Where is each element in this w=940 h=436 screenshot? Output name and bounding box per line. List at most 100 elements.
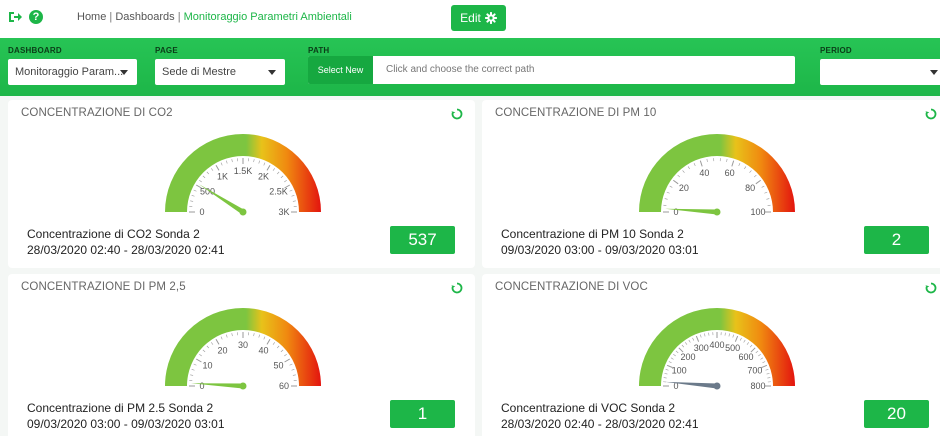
- gauge-tick: [231, 159, 233, 163]
- page-select-value: Sede di Mestre: [162, 66, 236, 78]
- gauge-tick: [231, 333, 233, 337]
- gauge-tick: [190, 200, 194, 202]
- gear-icon: [484, 12, 497, 24]
- breadcrumb-dashboards[interactable]: Dashboards: [115, 11, 174, 23]
- gauge-tick-label: 500: [200, 187, 215, 197]
- period-label: PERIOD: [820, 46, 852, 55]
- gauge-tick: [687, 166, 690, 170]
- gauge-tick: [202, 349, 206, 353]
- gauge-tick: [669, 185, 673, 188]
- gauge-tick: [665, 369, 669, 371]
- refresh-icon[interactable]: [451, 108, 463, 120]
- gauge-tick-label: 20: [217, 345, 227, 355]
- gauge-tick: [193, 363, 197, 366]
- breadcrumb-current: Monitoraggio Parametri Ambientali: [183, 11, 352, 23]
- gauge-tick: [673, 179, 679, 185]
- gauge-tick: [289, 189, 293, 192]
- path-field[interactable]: Select New Click and choose the correct …: [308, 56, 795, 84]
- pm25-card: CONCENTRAZIONE DI PM 2,5 0 10 20 30 40 50 60 Con…: [8, 274, 475, 436]
- gauge-tick: [761, 185, 765, 188]
- gauge-tick: [280, 349, 284, 353]
- voc-card: CONCENTRAZIONE DI VOC 0 100 200 300 400 500 600…: [482, 274, 940, 436]
- gauge-tick: [215, 164, 220, 171]
- gauge-band: [639, 134, 795, 212]
- gauge-tick: [766, 373, 770, 375]
- gauge-tick: [731, 160, 735, 167]
- gauge-tick: [681, 344, 685, 348]
- period-select[interactable]: [820, 59, 940, 85]
- path-placeholder: Click and choose the correct path: [386, 64, 535, 75]
- sensor-description: Concentrazione di PM 2.5 Sonda 2 09/03/20…: [27, 400, 225, 432]
- gauge-tick: [675, 350, 679, 354]
- gauge-tick-label: 50: [273, 361, 283, 371]
- edit-button[interactable]: Edit: [451, 5, 506, 31]
- gauge-chart: 0100200300 400 500600700800: [639, 308, 795, 391]
- breadcrumb-home[interactable]: Home: [77, 11, 106, 23]
- gauge-tick: [755, 350, 759, 354]
- gauge-tick-label: 1.5K: [234, 166, 253, 176]
- gauge-tick: [206, 345, 210, 349]
- page-select[interactable]: Sede di Mestre: [155, 59, 285, 85]
- gauge-tick: [272, 342, 275, 345]
- gauge-needle-pivot: [239, 382, 247, 390]
- gauge-tick: [220, 162, 223, 166]
- gauge-tick-label: 3K: [278, 207, 289, 217]
- gauge-tick: [766, 198, 770, 200]
- sensor-description: Concentrazione di VOC Sonda 2 28/03/2020 …: [501, 400, 699, 432]
- gauge-tick: [199, 354, 202, 357]
- gauge-tick-label: 2.5K: [269, 187, 288, 197]
- path-label: PATH: [308, 46, 330, 55]
- gauge-tick: [258, 160, 260, 164]
- gauge-tick: [755, 179, 761, 185]
- gauge-needle-pivot: [239, 208, 247, 216]
- gauge-tick: [190, 374, 194, 376]
- gauge-tick-label: 1K: [217, 171, 228, 181]
- gauge-tick: [668, 361, 672, 364]
- refresh-icon[interactable]: [451, 282, 463, 294]
- gauge-tick: [693, 163, 696, 166]
- gauge-tick: [753, 174, 757, 178]
- gauge-tick: [292, 374, 296, 376]
- gauge-tick: [664, 198, 668, 200]
- gauge-tick: [211, 342, 214, 345]
- gauge-tick: [699, 160, 703, 167]
- gauge-tick: [272, 168, 275, 171]
- logout-icon[interactable]: [7, 9, 23, 25]
- gauge-tick: [739, 337, 742, 341]
- gauge-tick: [743, 339, 746, 343]
- gauge-tick: [706, 158, 708, 162]
- gauge-tick: [226, 160, 228, 164]
- gauge-tick: [253, 333, 255, 337]
- gauge-tick-label: 600: [738, 352, 753, 362]
- gauge-tick: [193, 189, 197, 192]
- refresh-icon[interactable]: [925, 108, 937, 120]
- gauge-chart: 0 10 20 30 40 50 60: [165, 308, 321, 391]
- gauge-tick-label: 200: [680, 352, 695, 362]
- gauge-chart: 0 20 40 60 80 100: [639, 134, 795, 217]
- dashboard-label: DASHBOARD: [8, 46, 62, 55]
- top-bar: ? Home | Dashboards | Monitoraggio Param…: [0, 0, 940, 38]
- gauge-tick-label: 0: [673, 207, 678, 217]
- gauge-tick-label: 300: [694, 343, 709, 353]
- gauge-tick-label: 800: [750, 381, 765, 391]
- gauge-tick: [289, 363, 293, 366]
- card-title: CONCENTRAZIONE DI PM 2,5: [21, 281, 186, 293]
- gauge-needle: [199, 184, 245, 215]
- page-label: PAGE: [155, 46, 178, 55]
- gauge-tick: [211, 168, 214, 171]
- sensor-period: 28/03/2020 02:40 - 28/03/2020 02:41: [27, 243, 225, 257]
- gauge-tick: [685, 342, 688, 345]
- gauge-tick: [206, 171, 210, 175]
- gauge-tick: [280, 175, 284, 179]
- gauge-tick: [284, 180, 287, 183]
- gauge-tick: [682, 170, 685, 173]
- pm10-card: CONCENTRAZIONE DI PM 10 0 20 40 60 80 100 Conce…: [482, 100, 940, 268]
- gauge-tick-label: 2K: [258, 171, 269, 181]
- refresh-icon[interactable]: [925, 282, 937, 294]
- dashboard-select[interactable]: Monitoraggio Param...: [8, 59, 137, 85]
- gauge-tick: [292, 200, 296, 202]
- gauge-tick: [284, 354, 287, 357]
- gauge-tick: [738, 163, 741, 166]
- help-icon[interactable]: ?: [29, 10, 43, 24]
- select-new-button[interactable]: Select New: [308, 56, 373, 84]
